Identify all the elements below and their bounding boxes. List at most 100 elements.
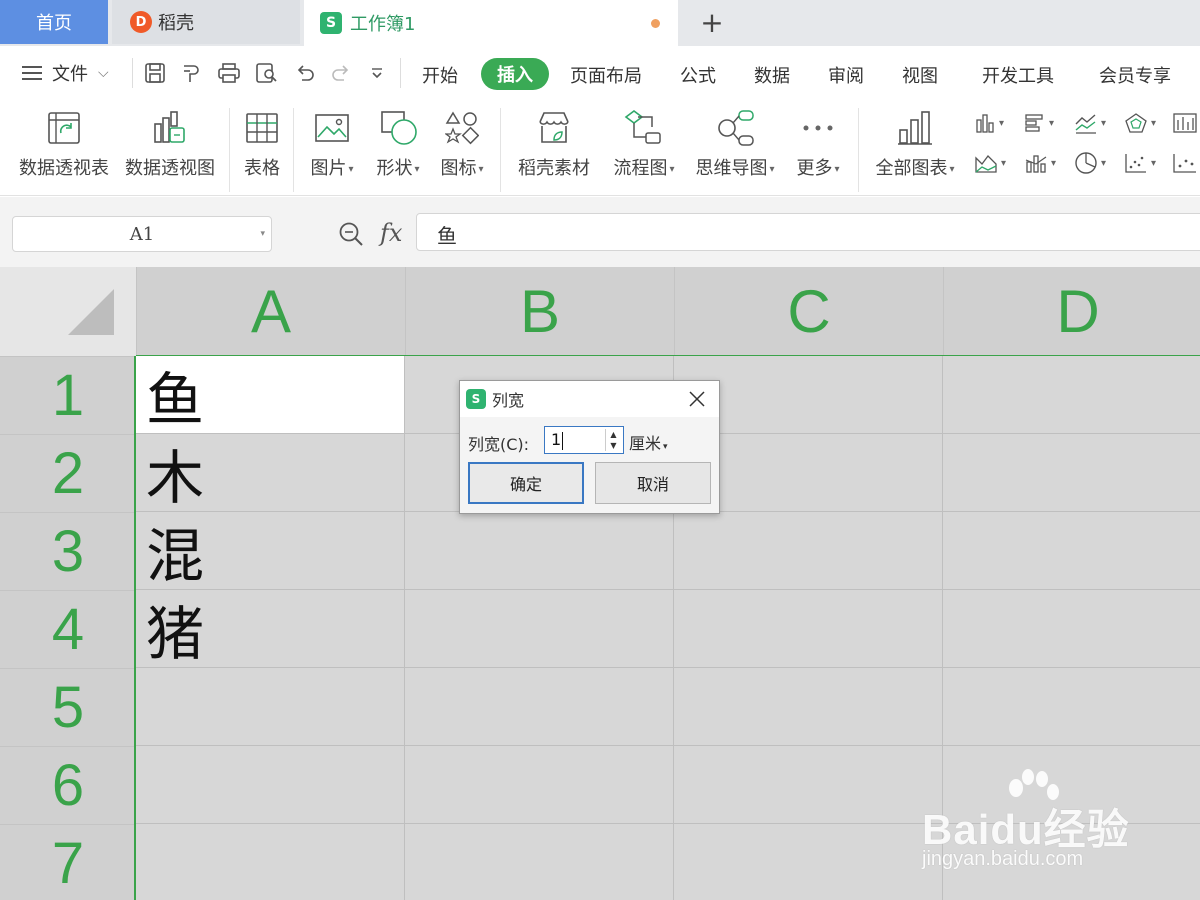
- menu-page-layout[interactable]: 页面布局: [570, 62, 642, 88]
- bar-chart-button[interactable]: ▾: [1024, 108, 1054, 138]
- cell-b3[interactable]: [405, 512, 674, 590]
- dropdown-arrow-icon: ▾: [348, 163, 354, 175]
- file-menu[interactable]: 文件 ⌵: [22, 60, 109, 86]
- row-header-6[interactable]: 6: [0, 746, 136, 824]
- cell-c7[interactable]: [674, 824, 943, 900]
- scatter-chart-button[interactable]: ▾: [1124, 148, 1156, 178]
- column-header-d[interactable]: D: [943, 267, 1200, 356]
- close-icon[interactable]: [687, 389, 707, 409]
- icon-button[interactable]: 图标 ▾: [436, 106, 488, 180]
- cell-a5[interactable]: [136, 668, 405, 746]
- cell-c3[interactable]: [674, 512, 943, 590]
- flowchart-label: 流程图: [613, 158, 668, 179]
- menu-insert[interactable]: 插入: [481, 58, 549, 90]
- table-button[interactable]: 表格: [240, 106, 284, 180]
- cell-b4[interactable]: [405, 590, 674, 668]
- flowchart-button[interactable]: 流程图 ▾: [610, 106, 678, 180]
- cell-d1[interactable]: [943, 356, 1200, 434]
- cell-c5[interactable]: [674, 668, 943, 746]
- tab-workbook[interactable]: S 工作簿1: [304, 0, 678, 46]
- redo-icon[interactable]: [328, 60, 354, 86]
- print-preview-icon[interactable]: [254, 60, 280, 86]
- stock-chart-button[interactable]: [1172, 108, 1198, 138]
- pivot-chart-button[interactable]: 数据透视图: [124, 106, 216, 180]
- cell-b7[interactable]: [405, 824, 674, 900]
- unsaved-dot-icon: [651, 19, 660, 28]
- cell-a4[interactable]: 猪: [136, 590, 405, 668]
- radar-chart-button[interactable]: ▾: [1124, 108, 1156, 138]
- baidu-jingyan-watermark: Baidu经验 jingyan.baidu.com: [920, 768, 1190, 878]
- cell-a2[interactable]: 木: [136, 434, 405, 512]
- menu-start[interactable]: 开始: [422, 62, 458, 88]
- undo-icon[interactable]: [292, 60, 318, 86]
- select-all-corner[interactable]: [0, 267, 136, 356]
- pie-chart-button[interactable]: ▾: [1074, 148, 1106, 178]
- dropdown-arrow-icon: ▾: [1001, 157, 1007, 169]
- menu-formula[interactable]: 公式: [680, 62, 716, 88]
- mindmap-button[interactable]: 思维导图 ▾: [692, 106, 778, 180]
- cancel-button[interactable]: 取消: [595, 462, 711, 504]
- more-button[interactable]: 更多 ▾: [794, 106, 842, 180]
- row-header-7[interactable]: 7: [0, 824, 136, 900]
- picture-label: 图片: [310, 158, 347, 179]
- spin-up-icon[interactable]: ▲: [606, 429, 621, 440]
- cell-a3[interactable]: 混: [136, 512, 405, 590]
- cell-d3[interactable]: [943, 512, 1200, 590]
- name-box[interactable]: A1 ▾: [12, 216, 272, 252]
- divider: [500, 108, 501, 192]
- combo-chart-button[interactable]: ▾: [1024, 148, 1056, 178]
- print-icon[interactable]: [216, 60, 242, 86]
- customize-chevron-icon[interactable]: [364, 60, 390, 86]
- plus-icon[interactable]: +: [696, 6, 728, 39]
- cell-a7[interactable]: [136, 824, 405, 900]
- cell-a6[interactable]: [136, 746, 405, 824]
- row-header-3[interactable]: 3: [0, 512, 136, 590]
- shape-button[interactable]: 形状 ▾: [372, 106, 424, 180]
- formula-input[interactable]: 鱼: [416, 213, 1200, 251]
- column-header-a[interactable]: A: [136, 267, 405, 356]
- column-header-b[interactable]: B: [405, 267, 674, 356]
- cell-b6[interactable]: [405, 746, 674, 824]
- cell-d2[interactable]: [943, 434, 1200, 512]
- menu-view[interactable]: 视图: [902, 62, 938, 88]
- line-chart-button[interactable]: ▾: [1074, 108, 1106, 138]
- column-chart-button[interactable]: ▾: [974, 108, 1004, 138]
- menu-data[interactable]: 数据: [754, 62, 790, 88]
- cell-d4[interactable]: [943, 590, 1200, 668]
- cell-c4[interactable]: [674, 590, 943, 668]
- menu-member[interactable]: 会员专享: [1099, 62, 1171, 88]
- tab-workbook-label: 工作簿1: [350, 14, 416, 35]
- format-painter-icon[interactable]: [178, 60, 204, 86]
- column-header-c[interactable]: C: [674, 267, 943, 356]
- cell-a1[interactable]: 鱼: [136, 356, 405, 434]
- tab-home[interactable]: 首页: [0, 0, 108, 44]
- pivot-table-button[interactable]: 数据透视表: [18, 106, 110, 180]
- row-header-1[interactable]: 1: [0, 356, 136, 434]
- column-width-input[interactable]: 1 ▲ ▼: [544, 426, 624, 454]
- ok-button[interactable]: 确定: [468, 462, 584, 504]
- zoom-icon[interactable]: [338, 221, 364, 251]
- pivot-chart-icon: [124, 106, 216, 150]
- text-caret: [562, 431, 564, 450]
- daoke-assets-button[interactable]: 稻壳素材: [516, 106, 592, 180]
- cell-b5[interactable]: [405, 668, 674, 746]
- cell-c6[interactable]: [674, 746, 943, 824]
- dialog-title-bar[interactable]: S 列宽: [460, 381, 719, 417]
- row-header-4[interactable]: 4: [0, 590, 136, 668]
- spin-down-icon[interactable]: ▼: [606, 440, 621, 451]
- picture-button[interactable]: 图片 ▾: [306, 106, 358, 180]
- row-header-2[interactable]: 2: [0, 434, 136, 512]
- all-charts-button[interactable]: 全部图表 ▾: [872, 106, 958, 180]
- bubble-chart-button[interactable]: [1172, 148, 1198, 178]
- row-header-5[interactable]: 5: [0, 668, 136, 746]
- tab-daoke[interactable]: D 稻壳: [112, 0, 300, 44]
- dropdown-arrow-icon[interactable]: ▾: [260, 229, 265, 239]
- save-icon[interactable]: [142, 60, 168, 86]
- menu-developer-tools[interactable]: 开发工具: [982, 62, 1054, 88]
- unit-select[interactable]: 厘米 ▾: [629, 430, 668, 454]
- area-chart-button[interactable]: ▾: [974, 148, 1006, 178]
- ribbon-insert: 数据透视表 数据透视图 表格 图片 ▾ 形状 ▾ 图标 ▾ 稻壳素材 流程图 ▾…: [0, 100, 1200, 196]
- fx-icon[interactable]: fx: [380, 219, 402, 247]
- menu-review[interactable]: 审阅: [828, 62, 864, 88]
- cell-d5[interactable]: [943, 668, 1200, 746]
